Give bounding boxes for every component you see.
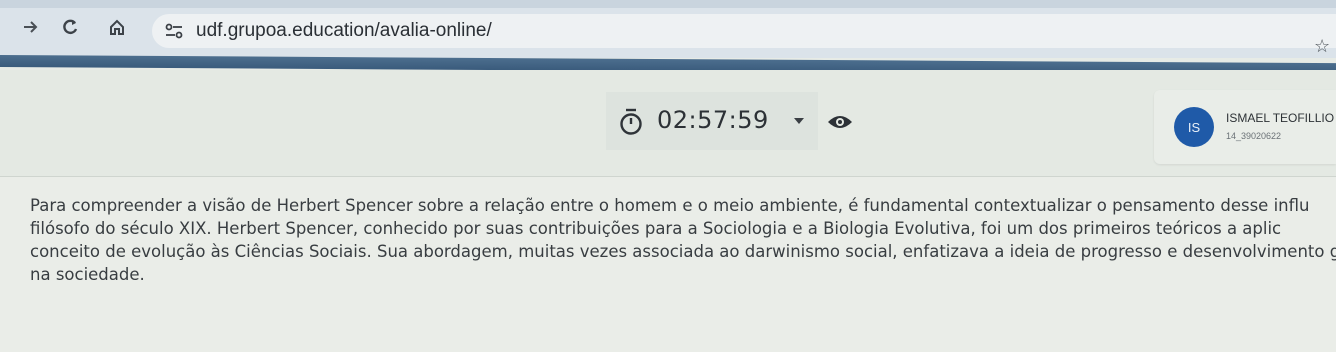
timer-display: 02:57:59: [657, 106, 769, 134]
forward-icon[interactable]: [18, 14, 44, 40]
bookmark-star-icon[interactable]: ☆: [1314, 36, 1330, 57]
question-line: na sociedade.: [30, 265, 145, 284]
reload-icon[interactable]: [57, 14, 83, 40]
browser-toolbar: udf.grupoa.education/avalia-online/ ☆: [0, 0, 1336, 58]
address-bar[interactable]: udf.grupoa.education/avalia-online/: [152, 14, 1336, 48]
chevron-down-icon[interactable]: [794, 118, 804, 124]
url-text[interactable]: udf.grupoa.education/avalia-online/: [196, 20, 492, 42]
tab-strip: [0, 0, 1336, 8]
home-icon[interactable]: [104, 14, 130, 40]
avatar[interactable]: IS: [1174, 107, 1214, 147]
question-line: filósofo do século XIX. Herbert Spencer,…: [30, 219, 1282, 238]
question-line: Para compreender a visão de Herbert Spen…: [30, 196, 1310, 215]
user-id: 14_39020622: [1226, 131, 1282, 141]
site-settings-icon[interactable]: [164, 22, 184, 40]
user-name: ISMAEL TEOFILLIO: [1226, 111, 1335, 125]
question-line: conceito de evolução às Ciências Sociais…: [30, 242, 1336, 261]
stopwatch-icon: [618, 108, 644, 136]
eye-icon[interactable]: [827, 113, 853, 131]
question-text: Para compreender a visão de Herbert Spen…: [30, 194, 1336, 304]
